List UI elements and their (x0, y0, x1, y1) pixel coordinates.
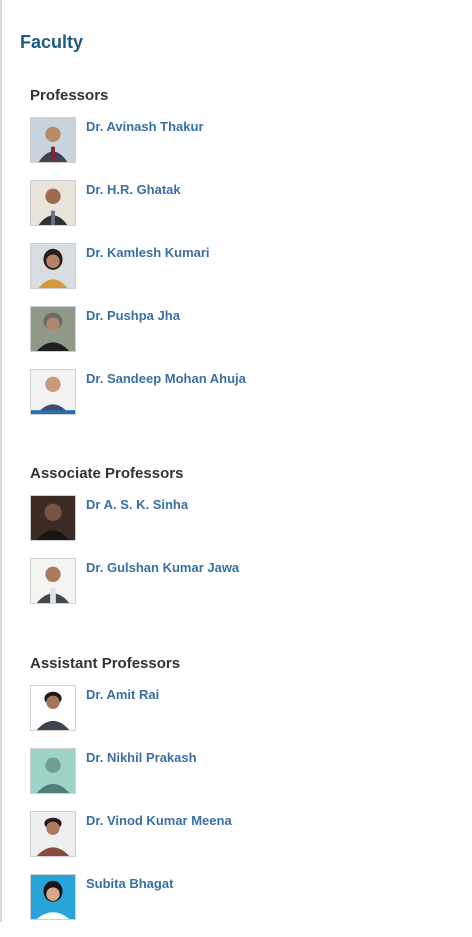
faculty-name-link[interactable]: Dr. Sandeep Mohan Ahuja (86, 371, 246, 386)
faculty-name-link[interactable]: Dr. H.R. Ghatak (86, 182, 181, 197)
faculty-name-link[interactable]: Dr. Amit Rai (86, 687, 159, 702)
page-title: Faculty (20, 32, 84, 52)
faculty-item: Dr. H.R. Ghatak (30, 180, 460, 243)
left-border (0, 0, 2, 922)
faculty-item: Dr. Nikhil Prakash (30, 748, 460, 811)
section-heading: Professors (30, 87, 109, 104)
faculty-name-link[interactable]: Dr. Kamlesh Kumari (86, 245, 210, 260)
section-associate-professors: Associate Professors Dr A. S. K. Sinha D… (30, 465, 460, 621)
section-assistant-professors: Assistant Professors Dr. Amit Rai Dr. Ni… (30, 655, 460, 937)
section-heading: Associate Professors (30, 465, 184, 482)
section-professors: Professors Dr. Avinash Thakur Dr. H.R. G… (30, 87, 460, 432)
faculty-photo[interactable] (30, 243, 76, 289)
faculty-photo[interactable] (30, 117, 76, 163)
faculty-item: Dr. Kamlesh Kumari (30, 243, 460, 306)
faculty-name-link[interactable]: Dr. Gulshan Kumar Jawa (86, 560, 239, 575)
faculty-photo[interactable] (30, 369, 76, 415)
faculty-name-link[interactable]: Subita Bhagat (86, 876, 173, 891)
faculty-item: Dr. Sandeep Mohan Ahuja (30, 369, 460, 432)
faculty-item: Dr. Vinod Kumar Meena (30, 811, 460, 874)
faculty-name-link[interactable]: Dr A. S. K. Sinha (86, 497, 188, 512)
faculty-photo[interactable] (30, 874, 76, 920)
faculty-item: Dr. Avinash Thakur (30, 117, 460, 180)
faculty-photo[interactable] (30, 558, 76, 604)
faculty-name-link[interactable]: Dr. Pushpa Jha (86, 308, 180, 323)
faculty-list: Dr. Amit Rai Dr. Nikhil Prakash Dr. Vino… (30, 685, 460, 937)
faculty-name-link[interactable]: Dr. Vinod Kumar Meena (86, 813, 232, 828)
faculty-name-link[interactable]: Dr. Nikhil Prakash (86, 750, 197, 765)
faculty-photo[interactable] (30, 748, 76, 794)
faculty-item: Dr A. S. K. Sinha (30, 495, 460, 558)
faculty-item: Dr. Gulshan Kumar Jawa (30, 558, 460, 621)
faculty-photo[interactable] (30, 685, 76, 731)
faculty-item: Dr. Amit Rai (30, 685, 460, 748)
faculty-item: Subita Bhagat (30, 874, 460, 937)
section-heading: Assistant Professors (30, 655, 181, 672)
faculty-photo[interactable] (30, 495, 76, 541)
faculty-name-link[interactable]: Dr. Avinash Thakur (86, 119, 204, 134)
faculty-photo[interactable] (30, 180, 76, 226)
faculty-item: Dr. Pushpa Jha (30, 306, 460, 369)
faculty-list: Dr A. S. K. Sinha Dr. Gulshan Kumar Jawa (30, 495, 460, 621)
faculty-photo[interactable] (30, 306, 76, 352)
faculty-list: Dr. Avinash Thakur Dr. H.R. Ghatak Dr. K… (30, 117, 460, 432)
faculty-photo[interactable] (30, 811, 76, 857)
